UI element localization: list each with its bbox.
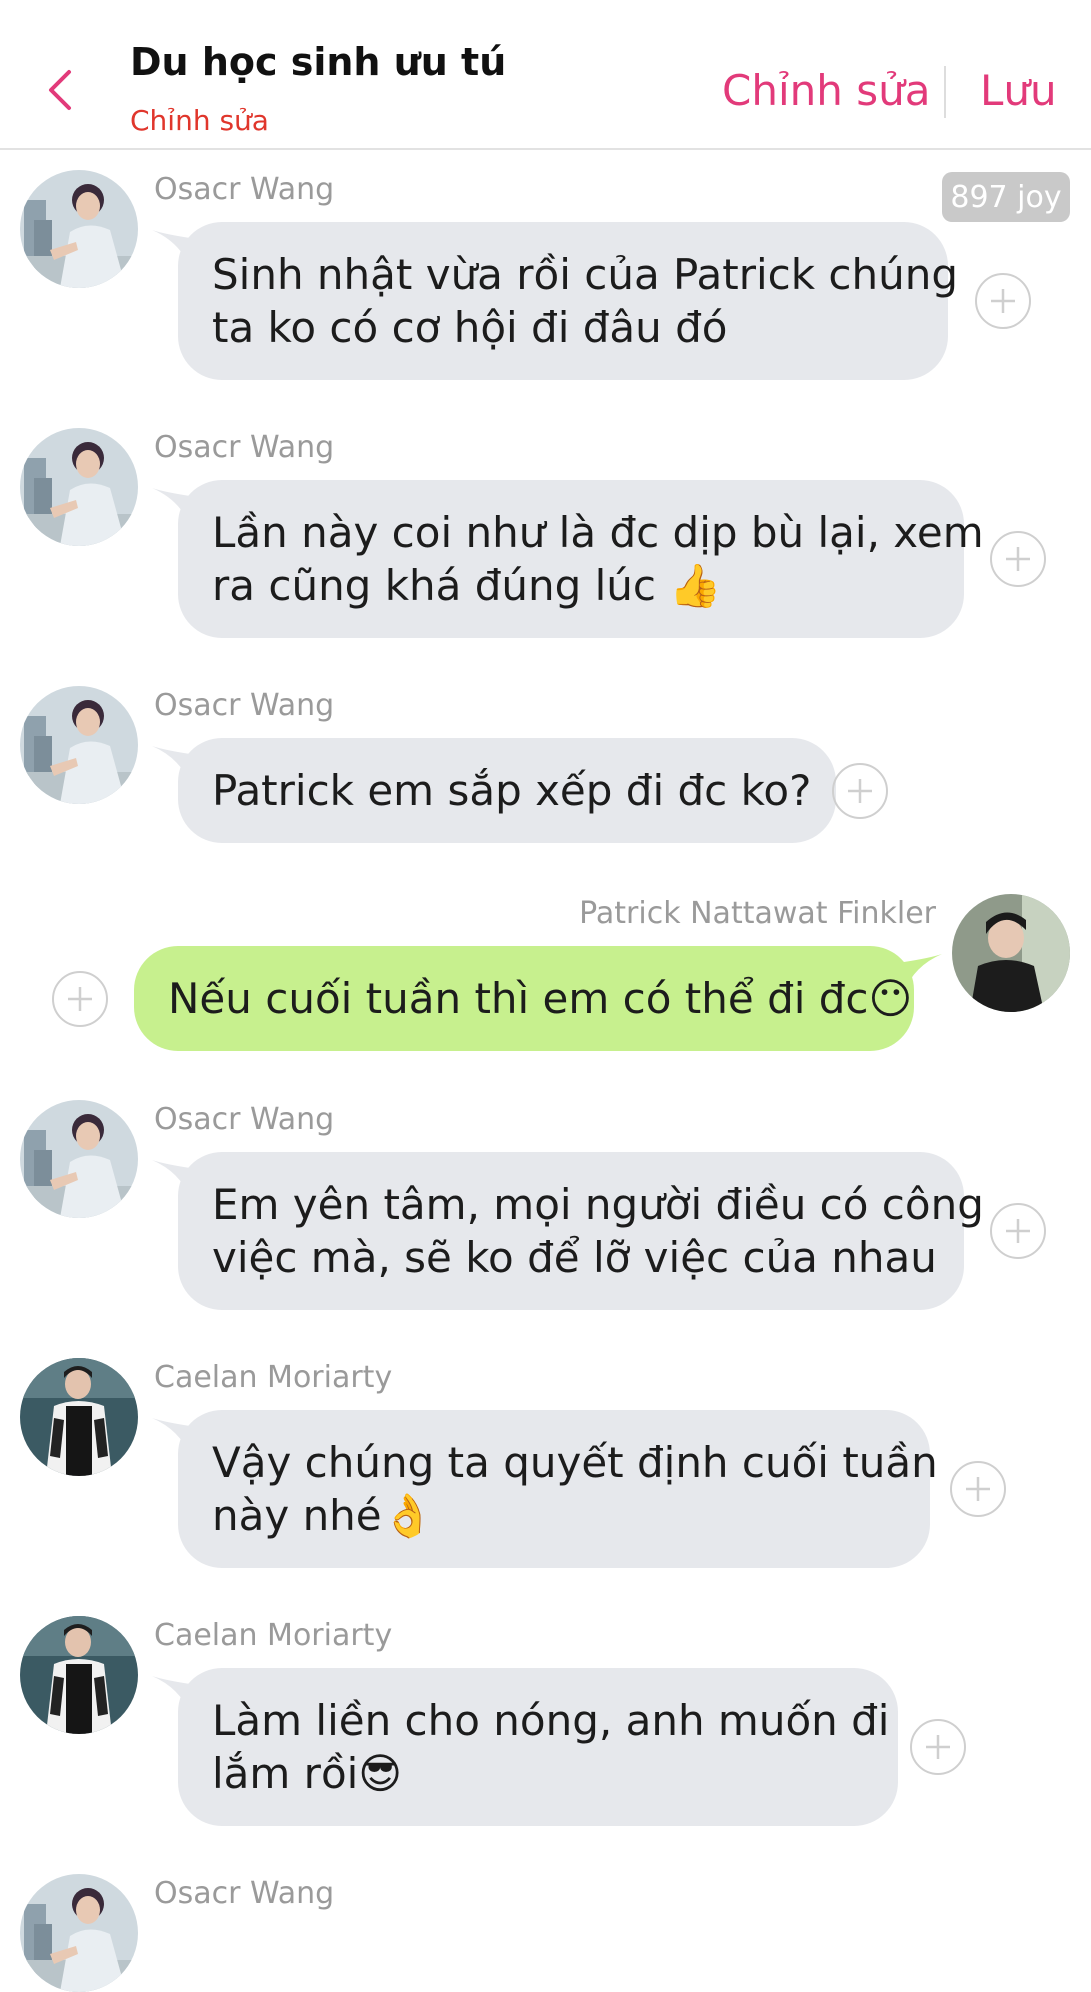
add-reaction-button[interactable] bbox=[990, 1203, 1046, 1259]
chat-header: Du học sinh ưu tú Chỉnh sửa Chỉnh sửa Lư… bbox=[0, 0, 1091, 150]
chat-subtitle[interactable]: Chỉnh sửa bbox=[130, 104, 269, 137]
plus-circle-icon bbox=[1003, 544, 1033, 574]
message-bubble[interactable]: Sinh nhật vừa rồi của Patrick chúng ta ko… bbox=[178, 222, 959, 380]
back-button[interactable] bbox=[30, 60, 90, 120]
joy-badge: 897 joy bbox=[942, 172, 1070, 222]
chat-title: Du học sinh ưu tú bbox=[130, 40, 507, 84]
plus-circle-icon bbox=[923, 1732, 953, 1762]
message-text: Patrick em sắp xếp đi đc ko? bbox=[212, 766, 812, 815]
plus-circle-icon bbox=[1003, 1216, 1033, 1246]
message-bubble[interactable]: Patrick em sắp xếp đi đc ko? bbox=[178, 738, 836, 843]
sender-name: Osacr Wang bbox=[154, 688, 335, 723]
message-text: ta ko có cơ hội đi đâu đó bbox=[212, 303, 728, 352]
message-bubble[interactable]: Vậy chúng ta quyết định cuối tuần này nhé… bbox=[178, 1410, 938, 1568]
add-reaction-button[interactable] bbox=[832, 762, 888, 819]
message-text: lắm rồi😎 bbox=[212, 1749, 403, 1798]
plus-circle-icon bbox=[845, 776, 875, 806]
avatar[interactable] bbox=[20, 1874, 138, 1992]
add-reaction-button[interactable] bbox=[975, 273, 1031, 329]
avatar[interactable] bbox=[952, 894, 1070, 1012]
avatar[interactable] bbox=[20, 686, 138, 804]
sender-name: Caelan Moriarty bbox=[154, 1618, 393, 1653]
message-text: Làm liền cho nóng, anh muốn đi bbox=[212, 1696, 890, 1745]
sender-name: Osacr Wang bbox=[154, 430, 335, 465]
save-button[interactable]: Lưu bbox=[980, 66, 1057, 115]
message-text: việc mà, sẽ ko để lỡ việc của nhau bbox=[212, 1233, 937, 1282]
add-reaction-button[interactable] bbox=[52, 970, 108, 1027]
sender-name: Patrick Nattawat Finkler bbox=[579, 896, 936, 931]
chevron-left-icon bbox=[49, 70, 71, 110]
avatar[interactable] bbox=[20, 1100, 138, 1218]
sender-name: Osacr Wang bbox=[154, 1102, 335, 1137]
message-bubble[interactable]: Lần này coi như là đc dịp bù lại, xem ra … bbox=[178, 480, 984, 638]
edit-button[interactable]: Chỉnh sửa bbox=[722, 66, 930, 115]
message-bubble[interactable]: Nếu cuối tuần thì em có thể đi đc😶 bbox=[134, 946, 914, 1051]
message-text: Lần này coi như là đc dịp bù lại, xem bbox=[212, 508, 984, 557]
plus-circle-icon bbox=[65, 984, 95, 1014]
message-text: này nhé👌 bbox=[212, 1491, 434, 1540]
header-divider bbox=[944, 66, 946, 118]
message-text: Sinh nhật vừa rồi của Patrick chúng bbox=[212, 250, 959, 299]
message-text: Em yên tâm, mọi người điều có công bbox=[212, 1180, 984, 1229]
add-reaction-button[interactable] bbox=[990, 531, 1046, 587]
plus-circle-icon bbox=[963, 1474, 993, 1504]
plus-circle-icon bbox=[988, 286, 1018, 316]
message-bubble[interactable]: Làm liền cho nóng, anh muốn đi lắm rồi😎 bbox=[178, 1668, 898, 1826]
avatar[interactable] bbox=[20, 170, 138, 288]
avatar[interactable] bbox=[20, 428, 138, 546]
message-text: ra cũng khá đúng lúc 👍 bbox=[212, 561, 722, 610]
add-reaction-button[interactable] bbox=[910, 1719, 966, 1775]
sender-name: Osacr Wang bbox=[154, 172, 335, 207]
avatar[interactable] bbox=[20, 1358, 138, 1476]
message-text: Vậy chúng ta quyết định cuối tuần bbox=[212, 1438, 938, 1487]
avatar[interactable] bbox=[20, 1616, 138, 1734]
message-text: Nếu cuối tuần thì em có thể đi đc😶 bbox=[168, 974, 913, 1023]
sender-name: Caelan Moriarty bbox=[154, 1360, 393, 1395]
sender-name: Osacr Wang bbox=[154, 1876, 335, 1911]
message-bubble[interactable]: Em yên tâm, mọi người điều có công việc m… bbox=[178, 1152, 984, 1310]
add-reaction-button[interactable] bbox=[950, 1461, 1006, 1517]
